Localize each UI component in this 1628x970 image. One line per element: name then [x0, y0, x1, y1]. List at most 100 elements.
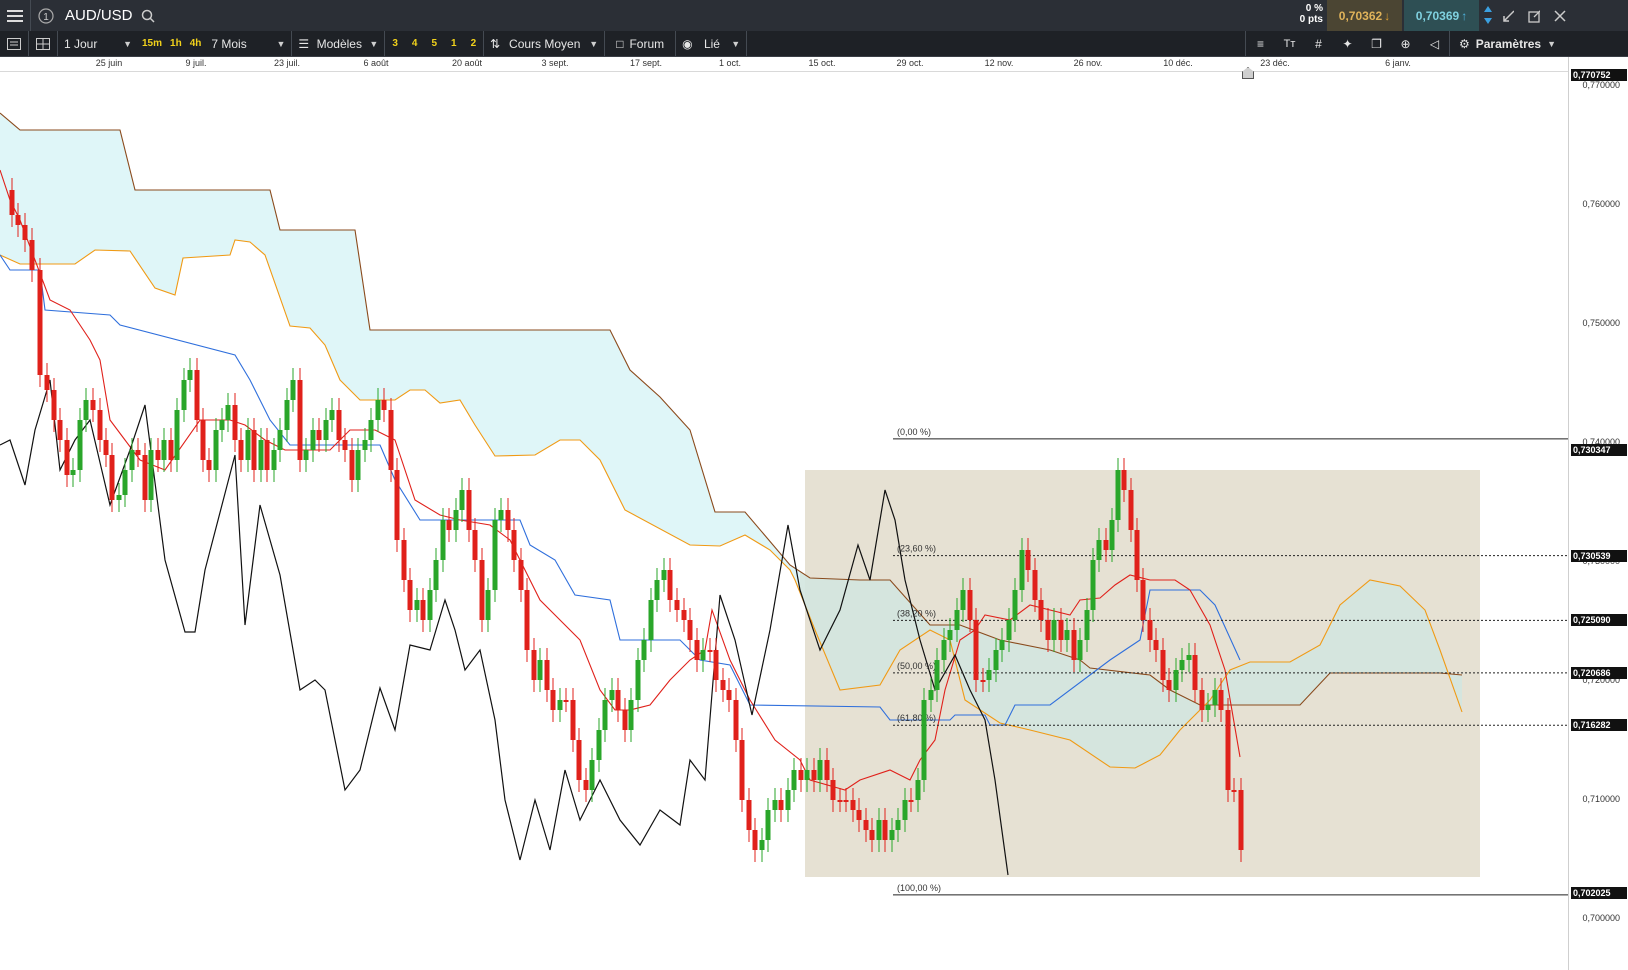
candle-body: [1238, 790, 1244, 850]
candle-body: [531, 650, 537, 680]
candle-body: [1134, 530, 1140, 580]
candle-body: [1064, 630, 1070, 640]
date-tick: 20 août: [451, 58, 483, 68]
chevron-down-icon: ▼: [1547, 38, 1557, 49]
candle-body: [453, 510, 459, 530]
popout-icon[interactable]: [1522, 0, 1546, 31]
fibonacci-level-label: (38,20 %): [897, 608, 936, 618]
template-slot-5[interactable]: 2: [464, 38, 484, 49]
candle-body: [707, 650, 713, 652]
forum-label: Forum: [629, 36, 665, 51]
close-icon[interactable]: [1548, 0, 1572, 31]
chevron-down-icon: ▼: [731, 38, 741, 49]
price-label: 0,725090: [1571, 614, 1627, 627]
ichimoku-cloud-bullish: [0, 113, 800, 593]
price-axis[interactable]: 0,7700000,7600000,7500000,7400000,730000…: [1568, 57, 1628, 970]
candle-body: [1199, 690, 1205, 710]
candle-body: [51, 390, 57, 420]
layers-icon[interactable]: ❐: [1362, 31, 1391, 56]
change-box: 0 % 0 pts: [1290, 0, 1323, 31]
chat-bubble-icon: □: [616, 36, 624, 51]
settings-button[interactable]: ⚙ Paramètres ▼: [1450, 31, 1565, 56]
candle-body: [882, 820, 888, 840]
date-tick: 12 nov.: [984, 58, 1014, 68]
change-pts: 0 pts: [1299, 14, 1323, 25]
template-slot-1[interactable]: 3: [385, 38, 405, 49]
templates-select[interactable]: ☰ Modèles ▼: [292, 31, 384, 56]
candle-body: [1121, 470, 1127, 490]
template-slot-4[interactable]: 1: [444, 38, 464, 49]
date-tick: 1 oct.: [718, 58, 742, 68]
menu-icon[interactable]: [0, 0, 30, 31]
tag-icon[interactable]: ◁: [1420, 31, 1449, 56]
candle-body: [103, 440, 109, 455]
interval-1h[interactable]: 1h: [166, 38, 186, 49]
candle-body: [752, 830, 758, 850]
template-slot-2[interactable]: 4: [405, 38, 425, 49]
chart-plot-area[interactable]: (0,00 %) (23,60 %) (38,20 %) (50,00 %) (61,8…: [0, 72, 1568, 970]
candle-body: [407, 580, 413, 610]
candle-body: [355, 450, 361, 480]
period-select[interactable]: 1 Jour ▼: [58, 31, 138, 56]
crosshair-grid-icon[interactable]: #: [1304, 31, 1333, 56]
candle-body: [824, 760, 830, 780]
date-tick: 23 déc.: [1260, 58, 1290, 68]
price-tick: 0,710000: [1582, 794, 1620, 804]
candle-body: [232, 405, 238, 440]
candle-body: [329, 410, 335, 420]
candle-body: [1096, 540, 1102, 560]
candle-body: [778, 800, 784, 810]
grid-icon[interactable]: [29, 31, 57, 56]
candle-body: [349, 450, 355, 480]
candle-body: [427, 590, 433, 620]
candle-body: [200, 420, 206, 460]
fibonacci-level-label: (100,00 %): [897, 883, 941, 893]
interval-15m[interactable]: 15m: [138, 38, 166, 49]
sell-price-button[interactable]: 0,70362 ↓: [1327, 0, 1402, 31]
fibonacci-level-label: (0,00 %): [897, 427, 931, 437]
indicator-label: Cours Moyen: [509, 36, 581, 51]
candle-body: [394, 470, 400, 540]
size-arrows-icon[interactable]: [1483, 4, 1493, 26]
price-chart[interactable]: (0,00 %) (23,60 %) (38,20 %) (50,00 %) (61,8…: [0, 72, 1568, 970]
candle-body: [980, 680, 986, 682]
collapse-icon[interactable]: [1496, 0, 1520, 31]
candle-body: [446, 520, 452, 530]
candle-body: [116, 495, 122, 500]
symbol-title[interactable]: AUD/USD: [61, 0, 139, 31]
candle-body: [109, 455, 115, 500]
candle-body: [895, 820, 901, 830]
chevron-down-icon: ▼: [369, 38, 379, 49]
linked-select[interactable]: ◉ Lié ▼: [676, 31, 746, 56]
indicator-select[interactable]: ⇅ Cours Moyen ▼: [484, 31, 604, 56]
candle-body: [830, 780, 836, 800]
candle-body: [1186, 655, 1192, 660]
range-select[interactable]: 7 Mois ▼: [205, 31, 291, 56]
search-icon[interactable]: [139, 0, 157, 31]
candle-body: [654, 580, 660, 600]
candle-body: [856, 810, 862, 820]
gear-icon: ⚙: [1458, 36, 1470, 51]
chart-toolbar: 1 Jour ▼ 15m 1h 4h 7 Mois ▼ ☰ Modèles ▼ 3 4…: [0, 31, 1628, 57]
template-slot-3[interactable]: 5: [424, 38, 444, 49]
candle-body: [999, 640, 1005, 650]
forum-button[interactable]: □ Forum: [605, 31, 675, 56]
candle-body: [726, 690, 732, 700]
candle-body: [628, 700, 634, 730]
layout-icon[interactable]: [0, 31, 28, 56]
candle-body: [1128, 490, 1134, 530]
candle-body: [375, 400, 381, 420]
templates-label: Modèles: [316, 36, 362, 51]
candle-body: [843, 800, 849, 802]
text-size-icon[interactable]: Tт: [1275, 31, 1304, 56]
candle-body: [563, 700, 569, 702]
chevron-down-icon: ▼: [589, 38, 599, 49]
info-icon[interactable]: 1: [31, 0, 61, 31]
crosshair-icon[interactable]: ⊕: [1391, 31, 1420, 56]
draw-tools-icon[interactable]: ✦: [1333, 31, 1362, 56]
buy-price-button[interactable]: 0,70369 ↑: [1404, 0, 1479, 31]
candle-body: [1090, 560, 1096, 610]
align-right-icon[interactable]: ≡: [1246, 31, 1275, 56]
interval-4h[interactable]: 4h: [186, 38, 206, 49]
candle-body: [1231, 790, 1237, 792]
